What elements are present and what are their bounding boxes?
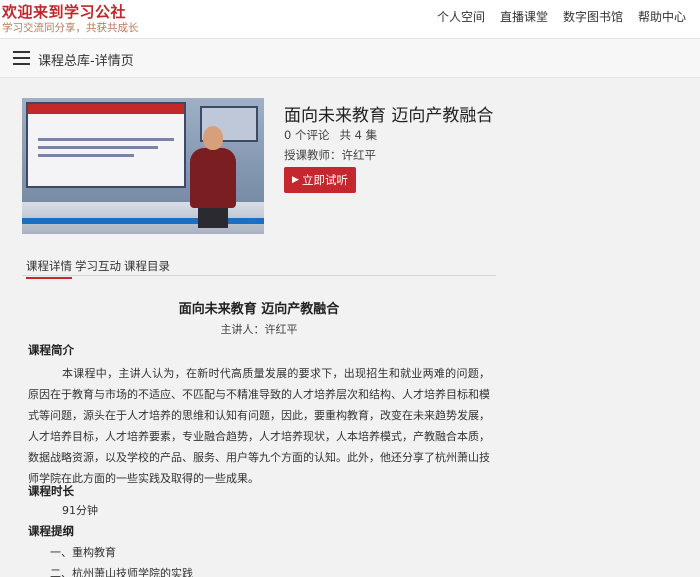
trial-listen-label: 立即试听 (301, 173, 348, 187)
breadcrumb: 课程总库-详情页 (38, 54, 134, 69)
brand-title[interactable]: 欢迎来到学习公社 (2, 1, 126, 22)
comment-count[interactable]: 0 个评论 (284, 128, 329, 142)
hamburger-menu-icon[interactable] (13, 51, 30, 65)
duration-heading: 课程时长 (28, 484, 74, 498)
nav-live-classroom[interactable]: 直播课堂 (500, 8, 548, 25)
trial-listen-button[interactable]: ▶ 立即试听 (284, 167, 356, 193)
tab-course-detail[interactable]: 课程详情 (26, 258, 72, 279)
tab-course-catalog[interactable]: 课程目录 (124, 258, 170, 274)
course-title: 面向未来教育 迈向产教融合 (284, 106, 494, 126)
course-cover-image[interactable] (22, 98, 264, 234)
intro-heading: 课程简介 (28, 343, 74, 357)
course-meta: 0 个评论共 4 集 (284, 127, 377, 143)
tab-learning-interaction[interactable]: 学习互动 (75, 258, 121, 274)
course-teacher: 授课教师：许红平 (284, 148, 376, 162)
outline-item: 一、重构教育 (50, 546, 116, 559)
episode-count: 共 4 集 (339, 128, 378, 142)
detail-tabs: 课程详情 学习互动 课程目录 (22, 255, 496, 279)
detail-host: 主讲人：许红平 (220, 323, 298, 336)
outline-item: 二、杭州萧山技师学院的实践 (50, 567, 193, 577)
outline-heading: 课程提纲 (28, 524, 74, 538)
nav-personal-space[interactable]: 个人空间 (437, 8, 485, 25)
sub-header: 课程总库-详情页 (0, 38, 700, 78)
nav-help-center[interactable]: 帮助中心 (638, 8, 686, 25)
top-header: 欢迎来到学习公社 学习交流同分享，共获共成长 个人空间 直播课堂 数字图书馆 帮… (0, 0, 700, 38)
top-nav: 个人空间 直播课堂 数字图书馆 帮助中心 (437, 8, 686, 25)
nav-digital-library[interactable]: 数字图书馆 (563, 8, 623, 25)
duration-value: 91分钟 (62, 504, 98, 517)
intro-text: 本课程中，主讲人认为，在新时代高质量发展的要求下，出现招生和就业两难的问题，原因… (28, 367, 490, 485)
detail-title: 面向未来教育 迈向产教融合 (178, 302, 340, 317)
play-icon: ▶ (292, 175, 299, 185)
brand-subtitle: 学习交流同分享，共获共成长 (2, 22, 139, 34)
